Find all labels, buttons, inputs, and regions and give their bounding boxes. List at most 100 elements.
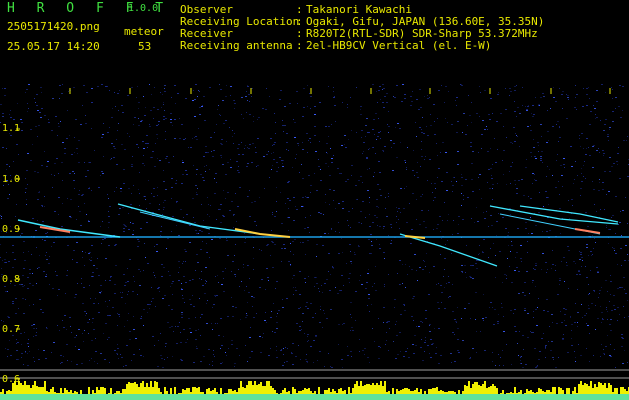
noise-pixel [84,265,85,266]
noise-pixel [421,149,422,150]
noise-pixel [154,87,155,88]
noise-pixel [434,134,436,135]
noise-pixel [520,360,521,361]
noise-pixel [270,138,272,139]
noise-pixel [15,313,17,314]
noise-pixel [160,333,161,334]
noise-pixel [167,357,168,358]
noise-pixel [548,140,549,141]
noise-pixel [488,257,489,258]
noise-pixel [266,154,268,155]
noise-pixel [205,146,207,147]
noise-pixel [563,308,565,309]
noise-pixel [350,97,351,98]
noise-pixel [273,303,274,304]
noise-pixel [241,281,242,282]
noise-pixel [406,186,407,187]
noise-pixel [21,344,22,345]
noise-pixel [96,268,98,269]
noise-pixel [170,113,172,114]
noise-pixel [586,88,588,89]
noise-pixel [413,320,414,321]
noise-pixel [452,284,453,285]
noise-pixel [434,183,436,184]
noise-pixel [281,349,282,350]
noise-pixel [179,138,181,139]
noise-pixel [461,318,462,319]
noise-pixel [575,97,576,98]
noise-pixel [425,318,427,319]
noise-pixel [91,128,92,129]
noise-pixel [356,199,358,200]
noise-pixel [615,108,616,109]
noise-pixel [159,204,160,205]
noise-pixel [504,274,506,275]
noise-pixel [372,84,374,85]
noise-pixel [23,252,24,253]
noise-pixel [603,349,604,350]
noise-pixel [465,179,467,180]
noise-pixel [269,96,270,97]
noise-pixel [60,121,61,122]
noise-pixel [225,352,226,353]
noise-pixel [440,152,441,153]
noise-pixel [626,140,627,141]
noise-pixel [295,287,296,288]
noise-pixel [490,302,492,303]
noise-pixel [164,88,165,89]
noise-pixel [395,358,397,359]
noise-pixel [138,147,139,148]
noise-pixel [514,101,515,102]
noise-pixel [411,316,413,317]
noise-pixel [212,307,213,308]
noise-pixel [470,357,471,358]
noise-pixel [533,317,534,318]
noise-pixel [8,317,10,318]
noise-pixel [552,264,554,265]
noise-pixel [615,196,617,197]
noise-pixel [552,126,554,127]
noise-pixel [363,142,365,143]
noise-pixel [547,131,549,132]
noise-pixel [193,90,194,91]
noise-pixel [169,327,171,328]
noise-pixel [244,148,245,149]
noise-pixel [431,183,432,184]
noise-pixel [617,164,618,165]
noise-pixel [20,235,21,236]
noise-pixel [61,162,63,163]
noise-pixel [609,301,610,302]
noise-pixel [425,337,426,338]
noise-pixel [621,265,622,266]
noise-pixel [416,270,417,271]
noise-pixel [475,319,476,320]
noise-pixel [276,211,277,212]
noise-pixel [77,283,78,284]
noise-pixel [181,283,182,284]
noise-pixel [58,123,59,124]
noise-pixel [220,155,222,156]
noise-pixel [444,102,445,103]
noise-pixel [362,350,364,351]
noise-pixel [509,95,510,96]
noise-pixel [568,200,569,201]
noise-pixel [307,240,309,241]
noise-pixel [183,217,184,218]
noise-pixel [483,294,484,295]
noise-pixel [478,152,479,153]
noise-pixel [266,88,267,89]
noise-pixel [84,203,85,204]
noise-pixel [205,171,206,172]
noise-pixel [582,106,584,107]
noise-pixel [542,253,544,254]
noise-pixel [114,350,116,351]
noise-pixel [421,129,422,130]
noise-pixel [383,226,385,227]
noise-pixel [204,120,206,121]
noise-pixel [446,172,448,173]
noise-pixel [427,345,429,346]
noise-pixel [314,173,315,174]
noise-pixel [25,299,26,300]
noise-pixel [109,280,111,281]
noise-pixel [562,338,564,339]
